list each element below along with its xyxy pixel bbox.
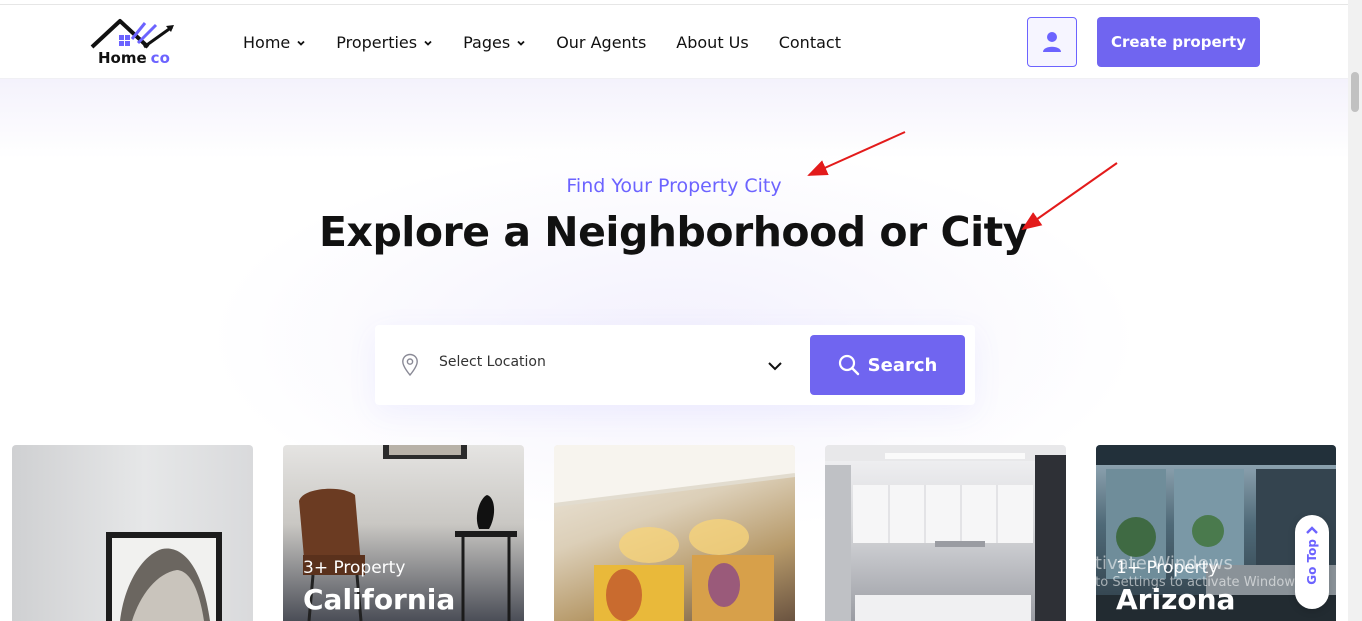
brand-accent: co xyxy=(150,49,170,67)
nav-item-properties[interactable]: Properties xyxy=(336,31,433,53)
chevron-down-icon[interactable] xyxy=(767,360,783,372)
city-card-california[interactable]: 3+ Property California xyxy=(283,445,524,621)
framed-art-image xyxy=(106,532,222,621)
nav-label: Contact xyxy=(778,32,841,52)
nav-label: About Us xyxy=(676,32,749,52)
scrollbar-thumb[interactable] xyxy=(1351,72,1359,112)
brand-wordmark: Home co xyxy=(98,49,170,67)
create-property-button[interactable]: Create property xyxy=(1097,17,1260,67)
brand-name: Home xyxy=(98,49,147,67)
city-name: California xyxy=(303,583,456,616)
city-card[interactable] xyxy=(554,445,795,621)
page-scrollbar[interactable] xyxy=(1348,0,1362,621)
nav-label: Properties xyxy=(336,32,418,52)
main-menu: Home Properties Pages Our Agents About U… xyxy=(243,31,841,53)
brand-logo[interactable]: Home co xyxy=(90,17,190,69)
city-card[interactable] xyxy=(825,445,1066,621)
watermark-title: Activate Windows xyxy=(1073,553,1233,574)
user-icon xyxy=(1043,32,1061,52)
hero-subtitle: Find Your Property City xyxy=(566,175,782,197)
location-select[interactable]: Select Location xyxy=(439,354,546,370)
watermark-subtitle: Go to Settings to activate Windows. xyxy=(1073,574,1306,590)
city-card[interactable] xyxy=(12,445,253,621)
nav-item-contact[interactable]: Contact xyxy=(779,31,841,53)
city-cards: 3+ Property California 1+ Property Arizo… xyxy=(0,445,1362,621)
chevron-up-icon xyxy=(1306,526,1318,534)
search-button[interactable]: Search xyxy=(810,335,965,395)
chevron-down-icon xyxy=(297,40,305,46)
hero-title: Explore a Neighborhood or City xyxy=(319,208,1030,256)
nav-item-about-us[interactable]: About Us xyxy=(676,31,748,53)
kitchen-image xyxy=(825,445,1066,621)
gallery-wall-image xyxy=(554,445,795,621)
go-top-label: Go Top xyxy=(1305,539,1319,585)
nav-item-home[interactable]: Home xyxy=(243,31,306,53)
windows-activation-watermark: Activate Windows Go to Settings to activ… xyxy=(1073,553,1306,590)
map-pin-icon xyxy=(402,353,418,377)
search-icon xyxy=(838,354,859,376)
nav-item-pages[interactable]: Pages xyxy=(463,31,526,53)
nav-label: Home xyxy=(243,32,291,52)
nav-label: Our Agents xyxy=(556,32,647,52)
profile-button[interactable] xyxy=(1027,17,1077,67)
nav-item-our-agents[interactable]: Our Agents xyxy=(556,31,646,53)
search-button-label: Search xyxy=(867,354,938,376)
navbar: Home co Home Properties Pages Our Agents … xyxy=(0,5,1348,79)
chevron-down-icon xyxy=(517,40,525,46)
chevron-down-icon xyxy=(424,40,432,46)
go-top-button[interactable]: Go Top xyxy=(1295,515,1329,609)
house-logo-icon xyxy=(90,19,174,49)
city-property-count: 3+ Property xyxy=(303,558,406,578)
location-search-bar: Select Location Search xyxy=(375,325,975,405)
hero-glow xyxy=(0,79,1348,159)
nav-label: Pages xyxy=(463,32,511,52)
